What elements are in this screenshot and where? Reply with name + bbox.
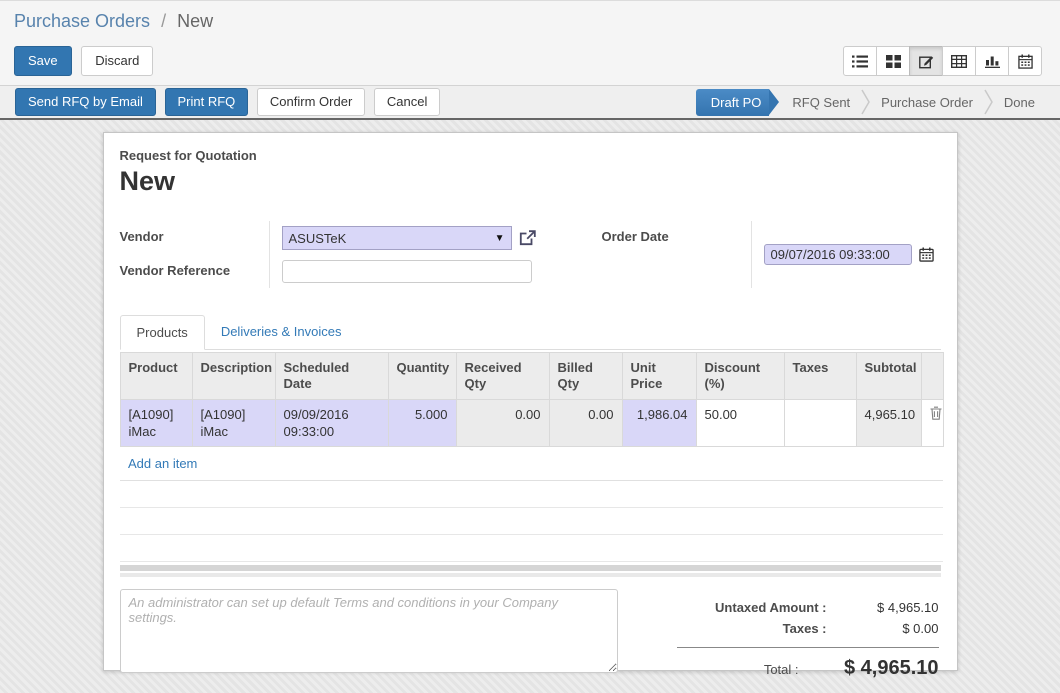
- discard-button[interactable]: Discard: [81, 46, 153, 76]
- cell-received-qty: 0.00: [456, 400, 549, 447]
- col-discount: Discount (%): [696, 353, 784, 400]
- status-stages: Draft PO RFQ Sent Purchase Order Done: [696, 89, 1048, 116]
- taxes-value: $ 0.00: [847, 618, 939, 639]
- col-quantity: Quantity: [388, 353, 456, 400]
- cancel-button[interactable]: Cancel: [374, 88, 440, 116]
- list-view-icon: [852, 55, 868, 68]
- taxes-label: Taxes :: [677, 618, 847, 639]
- print-rfq-button[interactable]: Print RFQ: [165, 88, 249, 116]
- cell-billed-qty: 0.00: [549, 400, 622, 447]
- table-header-row: Product Description Scheduled Date Quant…: [120, 353, 943, 400]
- calendar-view-button[interactable]: [1008, 46, 1042, 76]
- graph-view-button[interactable]: [975, 46, 1009, 76]
- stage-arrow-point: [769, 89, 779, 115]
- order-date-input[interactable]: [764, 244, 912, 265]
- empty-row: [120, 481, 943, 508]
- form-subtitle: Request for Quotation: [120, 148, 941, 163]
- col-description: Description: [192, 353, 275, 400]
- page-title: New: [120, 166, 941, 197]
- table-row[interactable]: [A1090] iMac [A1090] iMac 09/09/2016 09:…: [120, 400, 943, 447]
- stage-done[interactable]: Done: [991, 89, 1048, 116]
- trash-icon: [930, 408, 942, 423]
- vendor-value: ASUSTeK: [289, 231, 347, 246]
- tab-products[interactable]: Products: [120, 315, 205, 350]
- totals-block: Untaxed Amount : $ 4,965.10 Taxes : $ 0.…: [677, 597, 939, 680]
- stage-rfq-sent[interactable]: RFQ Sent: [779, 89, 863, 116]
- cell-description[interactable]: [A1090] iMac: [192, 400, 275, 447]
- stage-draft-po-label: Draft PO: [696, 89, 770, 116]
- cell-subtotal: 4,965.10: [856, 400, 921, 447]
- calendar-icon[interactable]: [919, 247, 934, 262]
- col-unit-price: Unit Price: [622, 353, 696, 400]
- cell-taxes[interactable]: [784, 400, 856, 447]
- top-header: Purchase Orders / New Save Discard: [0, 1, 1060, 85]
- cell-quantity[interactable]: 5.000: [388, 400, 456, 447]
- cell-discount[interactable]: 50.00: [696, 400, 784, 447]
- untaxed-amount-value: $ 4,965.10: [847, 597, 939, 618]
- vendor-select[interactable]: ASUSTeK ▼: [282, 226, 512, 250]
- breadcrumb-current: New: [177, 11, 213, 31]
- col-received-qty: Received Qty: [456, 353, 549, 400]
- calendar-view-icon: [1018, 54, 1033, 69]
- total-value: $ 4,965.10: [819, 658, 939, 679]
- breadcrumb-separator: /: [161, 11, 166, 31]
- col-product: Product: [120, 353, 192, 400]
- form-sheet: Request for Quotation New Vendor ASUSTeK…: [103, 132, 958, 671]
- col-scheduled-date: Scheduled Date: [275, 353, 388, 400]
- vendor-label: Vendor: [120, 221, 270, 255]
- form-view-icon: [919, 54, 934, 69]
- confirm-order-button[interactable]: Confirm Order: [257, 88, 365, 116]
- external-link-icon[interactable]: [519, 230, 536, 246]
- pivot-view-button[interactable]: [942, 46, 976, 76]
- notebook-tabs: Products Deliveries & Invoices: [120, 315, 941, 350]
- statusbar: Send RFQ by Email Print RFQ Confirm Orde…: [0, 85, 1060, 120]
- cell-unit-price[interactable]: 1,986.04: [622, 400, 696, 447]
- table-scrollbar-track[interactable]: [120, 565, 941, 571]
- section-divider: [120, 573, 941, 577]
- col-taxes: Taxes: [784, 353, 856, 400]
- add-item-row: Add an item: [120, 447, 943, 481]
- cell-scheduled-date[interactable]: 09/09/2016 09:33:00: [275, 400, 388, 447]
- delete-row-button[interactable]: [921, 400, 943, 447]
- tab-deliveries-invoices[interactable]: Deliveries & Invoices: [205, 315, 358, 349]
- pivot-view-icon: [951, 55, 967, 68]
- col-billed-qty: Billed Qty: [549, 353, 622, 400]
- list-view-button[interactable]: [843, 46, 877, 76]
- vendor-reference-label: Vendor Reference: [120, 255, 270, 288]
- empty-row: [120, 535, 943, 562]
- breadcrumb-parent-link[interactable]: Purchase Orders: [14, 11, 150, 31]
- col-subtotal: Subtotal: [856, 353, 921, 400]
- order-date-label: Order Date: [602, 221, 752, 288]
- save-button[interactable]: Save: [14, 46, 72, 76]
- col-actions: [921, 353, 943, 400]
- kanban-view-button[interactable]: [876, 46, 910, 76]
- chevron-down-icon: ▼: [495, 233, 505, 244]
- totals-divider: [677, 647, 939, 648]
- breadcrumb: Purchase Orders / New: [14, 9, 1046, 33]
- kanban-view-icon: [886, 55, 901, 68]
- total-label: Total :: [677, 659, 819, 680]
- form-view-button[interactable]: [909, 46, 943, 76]
- add-an-item-link[interactable]: Add an item: [128, 456, 197, 471]
- stage-purchase-order[interactable]: Purchase Order: [868, 89, 986, 116]
- empty-row: [120, 508, 943, 535]
- view-switcher: [843, 46, 1042, 76]
- vendor-reference-input[interactable]: [282, 260, 532, 283]
- untaxed-amount-label: Untaxed Amount :: [677, 597, 847, 618]
- stage-draft-po[interactable]: Draft PO: [696, 89, 780, 116]
- cell-product[interactable]: [A1090] iMac: [120, 400, 192, 447]
- graph-view-icon: [985, 54, 1000, 68]
- send-rfq-by-email-button[interactable]: Send RFQ by Email: [15, 88, 156, 116]
- order-lines-table: Product Description Scheduled Date Quant…: [120, 352, 944, 562]
- terms-conditions-textarea[interactable]: [120, 589, 618, 673]
